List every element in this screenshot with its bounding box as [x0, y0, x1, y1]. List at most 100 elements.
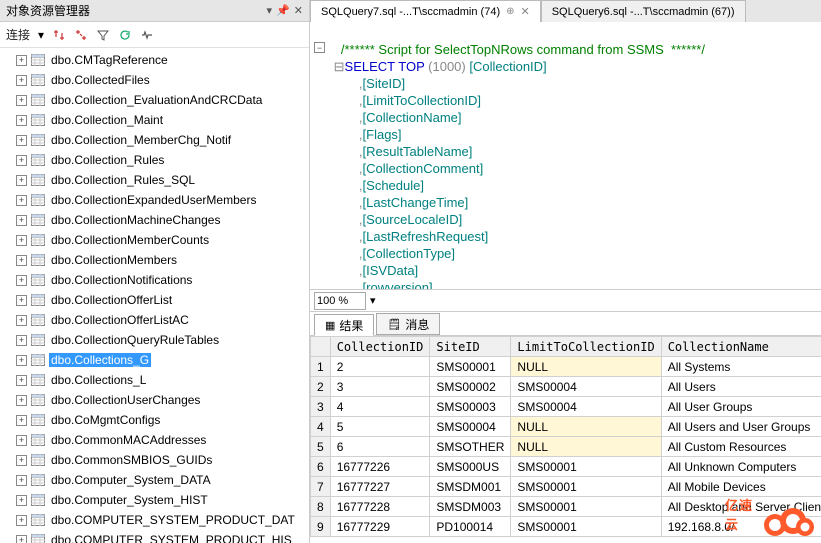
expander-icon[interactable]: + — [16, 475, 27, 486]
cell-name[interactable]: All Systems — [661, 357, 821, 377]
zoom-dropdown-icon[interactable]: ▾ — [370, 294, 376, 307]
tab-messages[interactable]: 🗒 消息 — [376, 313, 440, 335]
pin-icon[interactable]: ⊕ — [506, 6, 514, 17]
column-header[interactable]: SiteID — [430, 337, 511, 357]
cell-collectionid[interactable]: 4 — [330, 397, 430, 417]
cell-siteid[interactable]: SMS00003 — [430, 397, 511, 417]
column-header[interactable]: CollectionID — [330, 337, 430, 357]
expander-icon[interactable]: + — [16, 295, 27, 306]
column-header[interactable]: CollectionName — [661, 337, 821, 357]
tree-item[interactable]: +dbo.Computer_System_HIST — [0, 490, 309, 510]
table-row[interactable]: 12SMS00001NULLAll Systems — [311, 357, 821, 377]
tree-item[interactable]: +dbo.CoMgmtConfigs — [0, 410, 309, 430]
cell-limit[interactable]: NULL — [511, 437, 661, 457]
cell-limit[interactable]: SMS00001 — [511, 517, 661, 537]
cell-siteid[interactable]: SMS000US — [430, 457, 511, 477]
expander-icon[interactable]: + — [16, 235, 27, 246]
cell-collectionid[interactable]: 6 — [330, 437, 430, 457]
expander-icon[interactable]: + — [16, 75, 27, 86]
cell-name[interactable]: 192.168.8.0/ — [661, 517, 821, 537]
expander-icon[interactable]: + — [16, 115, 27, 126]
expander-icon[interactable]: + — [16, 535, 27, 543]
tree-item[interactable]: +dbo.CollectionMachineChanges — [0, 210, 309, 230]
cell-name[interactable]: All Users and User Groups — [661, 417, 821, 437]
connect-label[interactable]: 连接 — [6, 26, 30, 43]
cell-siteid[interactable]: SMS00004 — [430, 417, 511, 437]
expander-icon[interactable]: + — [16, 275, 27, 286]
tree-item[interactable]: +dbo.Collection_MemberChg_Notif — [0, 130, 309, 150]
table-row[interactable]: 56SMSOTHERNULLAll Custom Resources — [311, 437, 821, 457]
cell-collectionid[interactable]: 5 — [330, 417, 430, 437]
dropdown-icon[interactable]: ▾ — [267, 4, 273, 17]
cell-collectionid[interactable]: 3 — [330, 377, 430, 397]
expander-icon[interactable]: + — [16, 195, 27, 206]
cell-limit[interactable]: NULL — [511, 357, 661, 377]
cell-siteid[interactable]: SMSOTHER — [430, 437, 511, 457]
expander-icon[interactable]: + — [16, 395, 27, 406]
cell-siteid[interactable]: PD100014 — [430, 517, 511, 537]
filter-icon[interactable] — [96, 28, 110, 42]
cell-siteid[interactable]: SMSDM001 — [430, 477, 511, 497]
table-row[interactable]: 23SMS00002SMS00004All Users — [311, 377, 821, 397]
expander-icon[interactable]: + — [16, 495, 27, 506]
tree-item[interactable]: +dbo.CollectionMemberCounts — [0, 230, 309, 250]
expander-icon[interactable]: + — [16, 55, 27, 66]
table-row[interactable]: 916777229PD100014SMS00001192.168.8.0/ — [311, 517, 821, 537]
tree-item[interactable]: +dbo.CollectionUserChanges — [0, 390, 309, 410]
document-tab[interactable]: SQLQuery7.sql -...T\sccmadmin (74)⊕✕ — [310, 0, 541, 22]
cell-name[interactable]: All Users — [661, 377, 821, 397]
tree-item[interactable]: +dbo.CMTagReference — [0, 50, 309, 70]
tree-item[interactable]: +dbo.CollectionMembers — [0, 250, 309, 270]
expander-icon[interactable]: + — [16, 455, 27, 466]
tree-item[interactable]: +dbo.Collection_Rules_SQL — [0, 170, 309, 190]
expander-icon[interactable]: + — [16, 435, 27, 446]
tree-item[interactable]: +dbo.Computer_System_DATA — [0, 470, 309, 490]
cell-name[interactable]: All Mobile Devices — [661, 477, 821, 497]
table-row[interactable]: 616777226SMS000USSMS00001All Unknown Com… — [311, 457, 821, 477]
expander-icon[interactable]: + — [16, 315, 27, 326]
cell-name[interactable]: All Custom Resources — [661, 437, 821, 457]
tree-item[interactable]: +dbo.Collection_Maint — [0, 110, 309, 130]
cell-limit[interactable]: SMS00004 — [511, 397, 661, 417]
cell-name[interactable]: All Unknown Computers — [661, 457, 821, 477]
sql-editor[interactable]: − /****** Script for SelectTopNRows comm… — [310, 22, 821, 290]
tree-item[interactable]: +dbo.Collections_L — [0, 370, 309, 390]
expander-icon[interactable]: + — [16, 215, 27, 226]
tree-item[interactable]: +dbo.Collection_EvaluationAndCRCData — [0, 90, 309, 110]
tree-item[interactable]: +dbo.CollectionOfferListAC — [0, 310, 309, 330]
cell-siteid[interactable]: SMS00002 — [430, 377, 511, 397]
fold-icon[interactable]: − — [314, 42, 325, 53]
cell-limit[interactable]: SMS00001 — [511, 457, 661, 477]
document-tab[interactable]: SQLQuery6.sql -...T\sccmadmin (67)) — [541, 0, 746, 22]
tree-item[interactable]: +dbo.CollectionExpandedUserMembers — [0, 190, 309, 210]
cell-collectionid[interactable]: 16777229 — [330, 517, 430, 537]
cell-collectionid[interactable]: 2 — [330, 357, 430, 377]
close-icon[interactable]: ✕ — [521, 5, 530, 18]
expander-icon[interactable]: + — [16, 335, 27, 346]
zoom-input[interactable] — [314, 292, 366, 310]
tree-item[interactable]: +dbo.Collection_Rules — [0, 150, 309, 170]
cell-siteid[interactable]: SMSDM003 — [430, 497, 511, 517]
column-header[interactable]: LimitToCollectionID — [511, 337, 661, 357]
cell-limit[interactable]: SMS00001 — [511, 477, 661, 497]
disconnect-icon[interactable] — [74, 28, 88, 42]
tree-item[interactable]: +dbo.CommonMACAddresses — [0, 430, 309, 450]
expander-icon[interactable]: + — [16, 255, 27, 266]
cell-limit[interactable]: NULL — [511, 417, 661, 437]
cell-siteid[interactable]: SMS00001 — [430, 357, 511, 377]
pin-icon[interactable]: 📌 — [276, 4, 290, 17]
table-row[interactable]: 34SMS00003SMS00004All User Groups — [311, 397, 821, 417]
toolbar-dropdown-icon[interactable]: ▾ — [38, 28, 44, 42]
expander-icon[interactable]: + — [16, 355, 27, 366]
tree-item[interactable]: +dbo.CollectionQueryRuleTables — [0, 330, 309, 350]
cell-limit[interactable]: SMS00001 — [511, 497, 661, 517]
tree-item[interactable]: +dbo.Collections_G — [0, 350, 309, 370]
expander-icon[interactable]: + — [16, 155, 27, 166]
connect-icon[interactable] — [52, 28, 66, 42]
table-row[interactable]: 45SMS00004NULLAll Users and User Groups — [311, 417, 821, 437]
expander-icon[interactable]: + — [16, 95, 27, 106]
expander-icon[interactable]: + — [16, 375, 27, 386]
refresh-icon[interactable] — [118, 28, 132, 42]
tree-item[interactable]: +dbo.CollectionNotifications — [0, 270, 309, 290]
tree-item[interactable]: +dbo.CommonSMBIOS_GUIDs — [0, 450, 309, 470]
